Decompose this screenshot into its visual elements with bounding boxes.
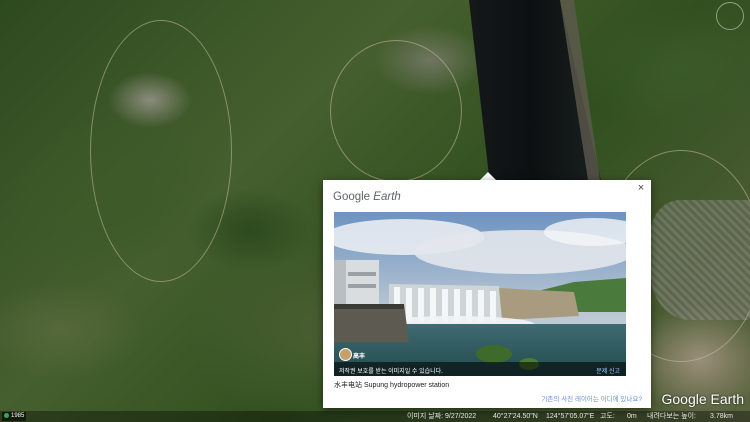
brand-earth: Earth [373,191,401,203]
photo-author-row: 高丰 [334,348,626,362]
imagery-year: 1985 [11,413,25,419]
photo-author[interactable]: 高丰 [353,351,365,360]
status-dot-icon [4,412,9,418]
longitude-readout: 124°57'05.07"E [546,413,595,420]
elevation-value: 0m [627,413,637,420]
close-button[interactable]: × [635,182,647,194]
map-road [330,40,462,182]
place-photo[interactable]: 高丰 저작권 보호를 받는 이미지일 수 있습니다. 문제 신고 [334,212,626,376]
copyright-notice: 저작권 보호를 받는 이미지일 수 있습니다. [339,369,443,375]
navigation-compass[interactable] [716,2,744,30]
place-caption: 水丰电站 Supung hydropower station [334,382,450,389]
status-bar: 이미지 날짜: 9/27/2022 40°27'24.50"N 124°57'0… [0,411,750,422]
popup-pointer [480,172,496,180]
place-info-popup: × Google Earth 高丰 저작권 보호를 받는 이미지일 수 있습니다… [323,180,651,408]
photo-layer-help-link[interactable]: 기존의 사진 레이어는 어디에 있나요? [541,393,642,403]
google-earth-brand: Google Earth [333,191,401,203]
latitude-readout: 40°27'24.50"N [493,413,538,420]
image-date: 이미지 날짜: 9/27/2022 [407,413,477,420]
brand-google: Google [333,191,371,203]
report-problem-link[interactable]: 문제 신고 [596,366,620,375]
camera-altitude-label: 내려다보는 높이: [647,413,696,420]
elevation-label: 고도: [600,413,615,420]
camera-altitude-value: 3.78km [710,413,733,420]
google-earth-watermark: Google Earth [661,391,745,407]
photo-footer: 저작권 보호를 받는 이미지일 수 있습니다. 문제 신고 [334,362,626,376]
map-road [90,20,232,282]
imagery-year-badge[interactable]: 1985 [2,412,27,421]
author-avatar[interactable] [339,348,352,361]
